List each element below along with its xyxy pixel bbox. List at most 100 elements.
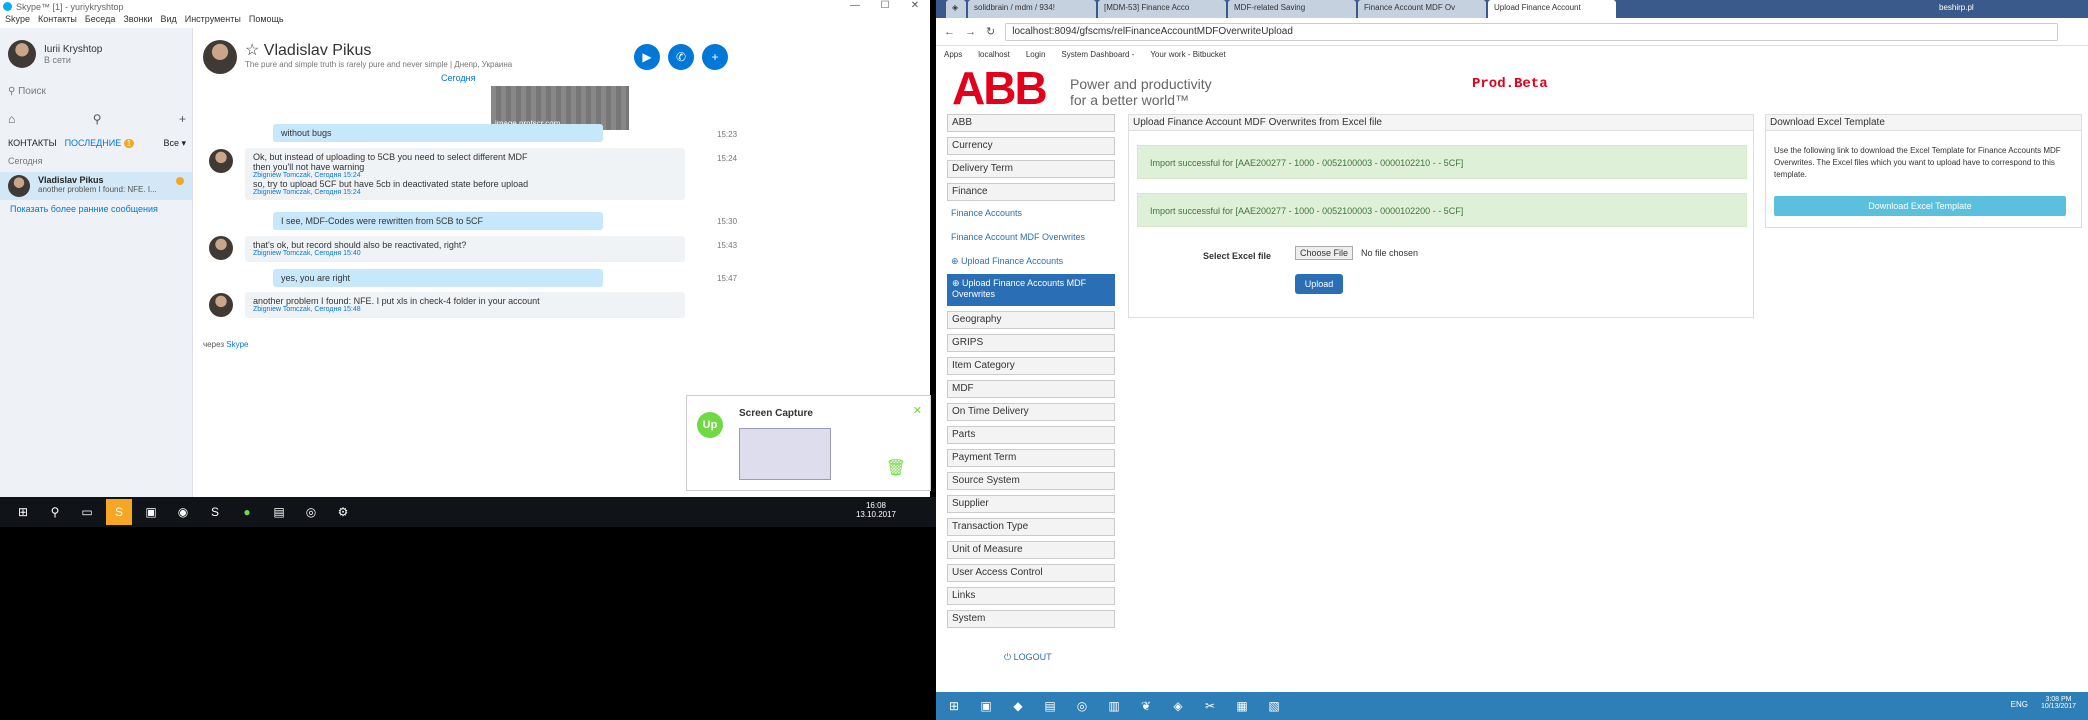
browser-tab[interactable]: [MDM-53] Finance Acco xyxy=(1098,0,1226,18)
nav-subitem-mdf-overwrites[interactable]: Finance Account MDF Overwrites xyxy=(947,230,1115,248)
nav-item[interactable]: User Access Control xyxy=(947,564,1115,582)
tools-icon[interactable]: ✂ xyxy=(1196,693,1224,719)
trash-icon[interactable]: 🗑 xyxy=(886,458,906,478)
browser-tab[interactable]: Finance Account MDF Ov xyxy=(1358,0,1486,18)
app-icon[interactable]: S xyxy=(106,499,132,525)
app-icon[interactable]: ◆ xyxy=(1004,693,1032,719)
app-icon[interactable]: ◈ xyxy=(1164,693,1192,719)
chrome-icon[interactable]: ◎ xyxy=(1068,693,1096,719)
nav-item[interactable]: System xyxy=(947,610,1115,628)
bookmark-localhost[interactable]: localhost xyxy=(978,50,1010,59)
nav-item[interactable]: MDF xyxy=(947,380,1115,398)
maximize-icon[interactable]: ☐ xyxy=(870,0,900,14)
upload-button[interactable]: Upload xyxy=(1295,274,1343,294)
via-skype-link[interactable]: Skype xyxy=(226,340,248,349)
download-template-button[interactable]: Download Excel Template xyxy=(1774,196,2066,216)
nav-item[interactable]: Transaction Type xyxy=(947,518,1115,536)
menu-skype[interactable]: Skype xyxy=(5,14,30,28)
app-icon[interactable]: ▤ xyxy=(266,499,292,525)
show-earlier-link[interactable]: Показать более ранние сообщения xyxy=(10,204,158,214)
tab-pinned[interactable]: ◈ xyxy=(946,0,966,18)
phone-icon[interactable]: ✆ xyxy=(668,44,694,70)
search-input[interactable]: ⚲ Поиск xyxy=(8,86,186,97)
nav-item[interactable]: GRIPS xyxy=(947,334,1115,352)
windows-start-icon[interactable]: ⊞ xyxy=(940,693,968,719)
search-icon[interactable]: ⚲ xyxy=(42,499,68,525)
logout-link[interactable]: ⏻ LOGOUT xyxy=(1004,652,1052,663)
save-icon[interactable]: ▥ xyxy=(1100,693,1128,719)
task-view-icon[interactable]: ▭ xyxy=(74,499,100,525)
bookmark-system-dashboard[interactable]: System Dashboard - xyxy=(1061,50,1134,59)
forward-icon[interactable]: → xyxy=(965,26,976,38)
nav-item[interactable]: Geography xyxy=(947,311,1115,329)
nav-item-delivery-term[interactable]: Delivery Term xyxy=(947,160,1115,178)
close-icon[interactable]: ✕ xyxy=(913,404,922,417)
message-time: 15:47 xyxy=(717,274,738,283)
filter-all-dropdown[interactable]: Все ▾ xyxy=(163,138,186,149)
minimize-icon[interactable]: — xyxy=(840,0,870,14)
tab-recent[interactable]: ПОСЛЕДНИЕ 1 xyxy=(65,138,135,149)
nav-item[interactable]: Links xyxy=(947,587,1115,605)
bookmark-login[interactable]: Login xyxy=(1026,50,1046,59)
calculator-icon[interactable]: ▧ xyxy=(1260,693,1288,719)
nav-item[interactable]: Parts xyxy=(947,426,1115,444)
via-skype: через Skype xyxy=(203,340,248,349)
star-icon[interactable]: ☆ xyxy=(245,42,264,59)
menu-tools[interactable]: Инструменты xyxy=(185,14,241,28)
app-icon[interactable]: ◉ xyxy=(170,499,196,525)
url-input[interactable]: localhost:8094/gfscms/relFinanceAccountM… xyxy=(1005,22,2058,41)
clock[interactable]: 16:08 13.10.2017 xyxy=(856,501,896,519)
contact-item[interactable]: Vladislav Pikus another problem I found: … xyxy=(0,172,192,200)
video-call-icon[interactable]: ▶ xyxy=(634,44,660,70)
menu-help[interactable]: Помощь xyxy=(249,14,284,28)
my-profile[interactable]: Iurii Kryshtop В сети xyxy=(8,40,102,68)
upwork-icon[interactable]: ● xyxy=(234,499,260,525)
nav-item[interactable]: Unit of Measure xyxy=(947,541,1115,559)
back-icon[interactable]: ← xyxy=(944,26,955,38)
skype-logo-icon xyxy=(3,2,12,11)
add-icon[interactable]: + xyxy=(179,112,186,126)
menu-calls[interactable]: Звонки xyxy=(123,14,152,28)
nav-subitem-finance-accounts[interactable]: Finance Accounts xyxy=(947,206,1115,224)
home-icon[interactable]: ⌂ xyxy=(8,112,15,126)
bookmark-apps[interactable]: Apps xyxy=(944,50,962,59)
windows-start-icon[interactable]: ⊞ xyxy=(10,499,36,525)
app-icon[interactable]: ❦ xyxy=(1132,693,1160,719)
app-icon[interactable]: ▣ xyxy=(138,499,164,525)
browser-tab[interactable]: MDF-related Saving xyxy=(1228,0,1356,18)
close-icon[interactable]: ✕ xyxy=(900,0,930,14)
browser-tab-active[interactable]: Upload Finance Account xyxy=(1488,0,1616,18)
skype-icon[interactable]: S xyxy=(202,499,228,525)
reload-icon[interactable]: ↻ xyxy=(986,25,995,38)
menu-contacts[interactable]: Контакты xyxy=(38,14,77,28)
nav-subitem-upload-mdf-overwrites[interactable]: ⊕ Upload Finance Accounts MDF Overwrites xyxy=(947,274,1115,306)
nav-item-currency[interactable]: Currency xyxy=(947,137,1115,155)
chat-mood: The pure and simple truth is rarely pure… xyxy=(245,60,513,69)
chrome-icon[interactable]: ◎ xyxy=(298,499,324,525)
nav-item-abb[interactable]: ABB xyxy=(947,114,1115,132)
app-icon[interactable]: ⚙ xyxy=(330,499,356,525)
folder-icon[interactable]: ▤ xyxy=(1036,693,1064,719)
extra-tab-label: beshirp.pl xyxy=(1939,3,1974,12)
add-person-icon[interactable]: + xyxy=(702,44,728,70)
nav-item[interactable]: Source System xyxy=(947,472,1115,490)
language-indicator[interactable]: ENG xyxy=(2011,700,2028,709)
capture-thumbnail[interactable] xyxy=(739,428,831,480)
file-input[interactable]: Choose File No file chosen xyxy=(1295,246,1426,260)
choose-file-button[interactable]: Choose File xyxy=(1295,246,1354,260)
app-icon[interactable]: ▣ xyxy=(972,693,1000,719)
menu-view[interactable]: Вид xyxy=(160,14,176,28)
browser-tab[interactable]: solidbrain / mdm / 934! xyxy=(968,0,1096,18)
clock[interactable]: 3:08 PM 10/13/2017 xyxy=(2041,696,2076,710)
app-icon[interactable]: ▦ xyxy=(1228,693,1256,719)
nav-item[interactable]: On Time Delivery xyxy=(947,403,1115,421)
tab-contacts[interactable]: КОНТАКТЫ xyxy=(8,138,57,149)
menu-conversation[interactable]: Беседа xyxy=(85,14,115,28)
pin-icon[interactable]: ⚲ xyxy=(93,112,102,126)
bookmark-bitbucket[interactable]: Your work - Bitbucket xyxy=(1150,50,1225,59)
nav-subitem-upload-finance-accounts[interactable]: ⊕ Upload Finance Accounts xyxy=(947,254,1115,272)
nav-item[interactable]: Payment Term xyxy=(947,449,1115,467)
nav-item[interactable]: Supplier xyxy=(947,495,1115,513)
nav-item[interactable]: Item Category xyxy=(947,357,1115,375)
nav-item-finance[interactable]: Finance xyxy=(947,183,1115,201)
